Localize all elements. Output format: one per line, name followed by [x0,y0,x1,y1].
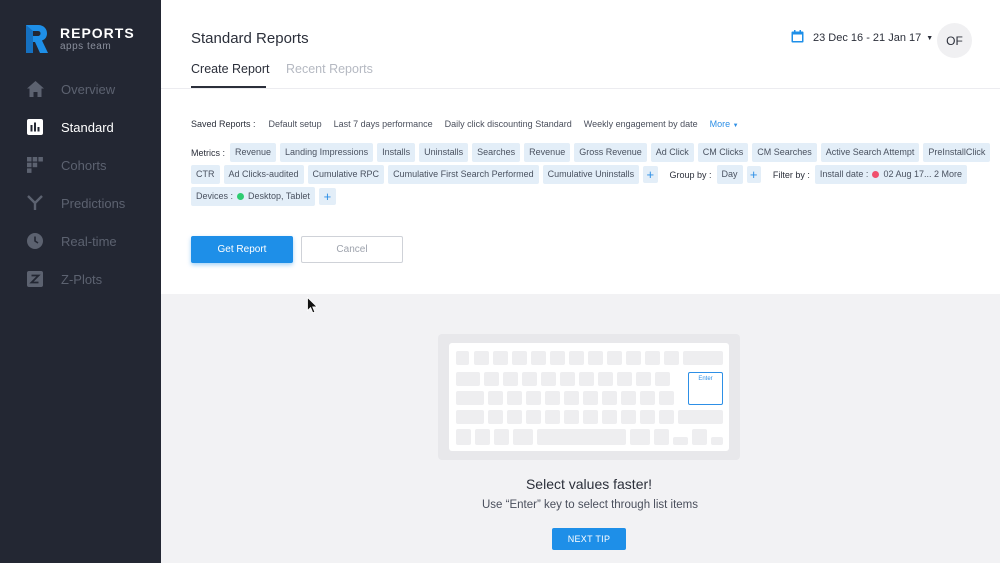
get-report-button[interactable]: Get Report [191,236,293,263]
sidebar-item-label: Overview [61,81,116,97]
devices-row: Devices : Desktop, Tablet + [191,187,971,206]
z-box-icon [26,270,44,288]
sidebar: REPORTS apps team Overview Standard Coho… [0,0,161,563]
metric-chip[interactable]: Landing Impressions [280,143,374,162]
metrics-label: Metrics : [191,147,226,158]
sidebar-item-overview[interactable]: Overview [0,70,161,108]
metric-chip[interactable]: Cumulative Uninstalls [542,165,640,184]
bar-chart-icon [26,118,44,136]
caret-down-icon: ▼ [732,123,739,129]
status-dot-icon [872,171,880,178]
tab-create-report[interactable]: Create Report [191,62,270,76]
metric-chip[interactable]: CTR [191,165,220,184]
metric-chip[interactable]: Ad Clicks-audited [223,165,304,184]
devices-value: Desktop, Tablet [248,191,310,201]
keyboard-illustration: Enter [438,334,740,460]
sidebar-item-cohorts[interactable]: Cohorts [0,146,161,184]
add-filter-button[interactable]: + [318,188,336,205]
user-avatar[interactable]: OF [937,23,972,58]
metric-chip[interactable]: Revenue [230,143,277,162]
sidebar-item-label: Real-time [61,233,117,249]
report-builder-panel: Standard Reports Create Report Recent Re… [161,0,1000,294]
filter-by-label: Filter by : [772,169,810,180]
metrics-row-2: CTR Ad Clicks-audited Cumulative RPC Cum… [191,165,971,184]
add-group-by-button[interactable]: + [746,166,761,183]
sidebar-item-label: Cohorts [61,157,107,173]
status-dot-icon [237,193,245,200]
brand-title: REPORTS [60,25,135,41]
add-metric-button[interactable]: + [643,166,658,183]
report-config: Metrics : Revenue Landing Impressions In… [191,143,991,209]
saved-report-link[interactable]: Default setup [269,119,322,129]
saved-report-link[interactable]: Weekly engagement by date [584,119,698,129]
saved-reports-label: Saved Reports : [191,119,256,129]
brand-logo[interactable]: REPORTS apps team [26,25,135,53]
more-label: More [709,119,731,129]
caret-down-icon: ▼ [926,34,934,42]
clock-icon [26,232,44,250]
page-title: Standard Reports [191,30,309,47]
metric-chip[interactable]: Installs [377,143,416,162]
filter-value: 02 Aug 17... 2 More [883,169,962,179]
calendar-icon [791,30,804,46]
saved-report-link[interactable]: Daily click discounting Standard [445,119,572,129]
tip-title: Select values faster! [525,476,653,492]
more-saved-reports-button[interactable]: More ▼ [710,119,739,129]
sidebar-item-label: Standard [61,119,114,135]
sidebar-item-standard[interactable]: Standard [0,108,161,146]
sidebar-item-real-time[interactable]: Real-time [0,222,161,260]
metric-chip[interactable]: Active Search Attempt [820,143,920,162]
devices-chip[interactable]: Devices : Desktop, Tablet [191,187,315,206]
fork-icon [26,194,44,212]
home-icon [26,80,44,98]
keyboard-image: Enter [449,343,729,451]
saved-reports-row: Saved Reports : Default setup Last 7 day… [191,119,739,129]
cancel-button[interactable]: Cancel [301,236,403,263]
metric-chip[interactable]: PreInstallClick [923,143,991,162]
tab-recent-reports[interactable]: Recent Reports [286,62,373,76]
metric-chip[interactable]: Cumulative First Search Performed [388,165,539,184]
date-range-picker[interactable]: 23 Dec 16 - 21 Jan 17 ▼ [791,30,933,46]
enter-key: Enter [688,372,723,405]
metric-chip[interactable]: Searches [472,143,521,162]
tabs-divider [161,88,1000,89]
metric-chip[interactable]: CM Searches [752,143,817,162]
sidebar-item-label: Z-Plots [61,271,103,287]
devices-label: Devices : [196,191,234,201]
filter-chip[interactable]: Install date : 02 Aug 17... 2 More [814,165,967,184]
metrics-row-1: Metrics : Revenue Landing Impressions In… [191,143,991,162]
sidebar-item-label: Predictions [61,195,126,211]
sidebar-nav: Overview Standard Cohorts Predictions Re… [0,70,161,298]
metric-chip[interactable]: Cumulative RPC [307,165,385,184]
metric-chip[interactable]: Ad Click [650,143,694,162]
filter-prefix: Install date : [819,169,869,179]
date-range-value: 23 Dec 16 - 21 Jan 17 [813,32,922,44]
next-tip-button[interactable]: NEXT TIP [552,528,626,550]
cohorts-grid-icon [26,156,44,174]
sidebar-item-predictions[interactable]: Predictions [0,184,161,222]
metric-chip[interactable]: CM Clicks [697,143,749,162]
mouse-pointer-icon [307,296,318,319]
reports-logo-icon [26,25,48,53]
metric-chip[interactable]: Uninstalls [419,143,469,162]
sidebar-item-z-plots[interactable]: Z-Plots [0,260,161,298]
group-by-chip[interactable]: Day [716,165,743,184]
metric-chip[interactable]: Gross Revenue [574,143,647,162]
group-by-label: Group by : [669,169,712,180]
brand-subtitle: apps team [60,41,112,52]
saved-report-link[interactable]: Last 7 days performance [334,119,433,129]
metric-chip[interactable]: Revenue [524,143,571,162]
tip-subtitle: Use “Enter” key to select through list i… [481,499,699,511]
